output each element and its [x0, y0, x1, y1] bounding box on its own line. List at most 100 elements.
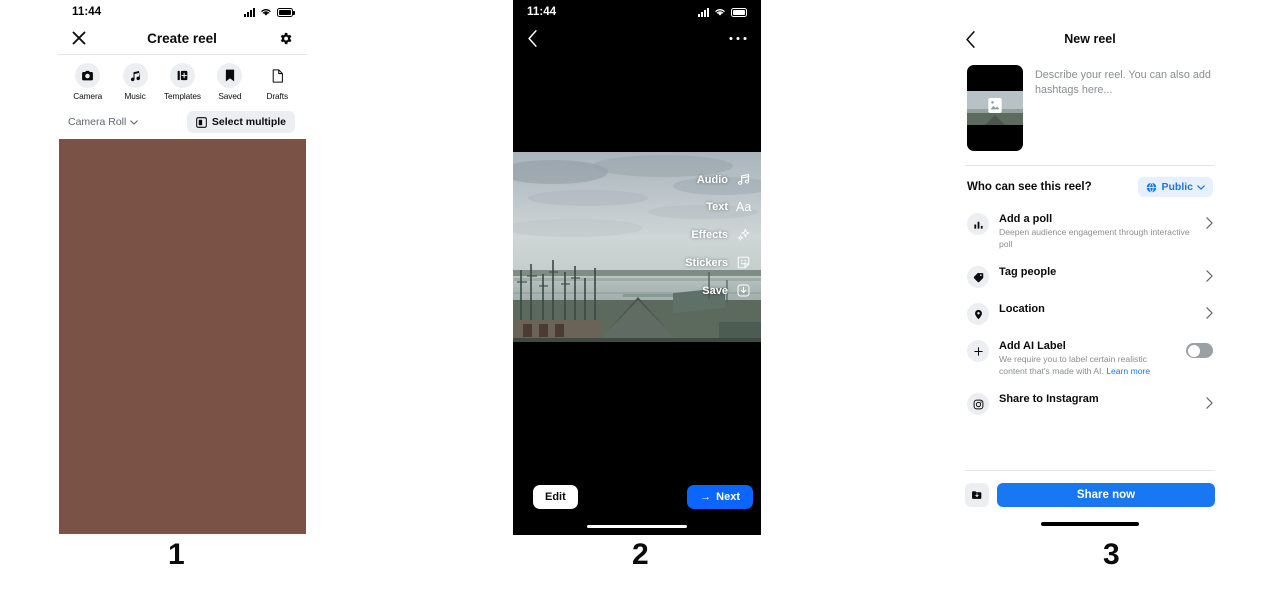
- option-title: Location: [999, 303, 1045, 316]
- option-title: Tag people: [999, 266, 1057, 279]
- option-body: Location: [999, 302, 1196, 316]
- share-now-button[interactable]: Share now: [997, 483, 1215, 507]
- tool-label: Effects: [691, 228, 728, 241]
- chevron-down-icon: [1197, 184, 1205, 190]
- camera-roll-label: Camera Roll: [68, 116, 127, 128]
- option-add-a-poll[interactable]: Add a poll Deepen audience engagement th…: [965, 205, 1215, 258]
- status-time: 11:44: [527, 6, 557, 18]
- chevron-left-icon[interactable]: [527, 29, 538, 47]
- option-title: Share to Instagram: [999, 393, 1099, 406]
- audience-value: Public: [1161, 181, 1193, 193]
- multi-select-icon: [196, 116, 207, 128]
- chevron-right-icon: [1206, 396, 1213, 414]
- step-number-1: 1: [168, 538, 185, 571]
- option-body: Add AI Label We require you to label cer…: [999, 339, 1176, 378]
- signal-bars-icon: [698, 7, 709, 17]
- tool-saved[interactable]: Saved: [207, 63, 253, 101]
- step-number-3: 3: [1103, 538, 1120, 571]
- reel-edit-tools: Audio Text Aa Effects Stickers Save: [685, 172, 751, 298]
- share-footer: Share now: [965, 483, 1215, 507]
- gear-icon[interactable]: [278, 31, 293, 46]
- camera-roll-selector[interactable]: Camera Roll: [68, 116, 139, 128]
- tool-label: Camera: [73, 91, 103, 101]
- battery-icon: [277, 7, 295, 17]
- bookmark-icon: [217, 63, 243, 88]
- page-title: New reel: [1064, 32, 1116, 46]
- option-tag-people[interactable]: Tag people: [965, 258, 1215, 295]
- option-location[interactable]: Location: [965, 295, 1215, 332]
- tool-label: Audio: [696, 173, 728, 186]
- close-icon[interactable]: [72, 31, 86, 45]
- wifi-icon: [261, 9, 271, 16]
- tool-stickers[interactable]: Stickers: [685, 255, 751, 270]
- step-number-2: 2: [632, 538, 649, 571]
- audience-selector[interactable]: Public: [1138, 177, 1213, 197]
- status-bar: 11:44: [513, 0, 761, 22]
- home-indicator: [587, 524, 687, 528]
- wifi-icon: [715, 9, 725, 16]
- tool-label: Text: [706, 201, 728, 213]
- option-title: Add a poll: [999, 213, 1053, 225]
- option-share-to-instagram[interactable]: Share to Instagram: [965, 385, 1215, 422]
- tool-label: Templates: [164, 91, 201, 101]
- edit-button[interactable]: Edit: [533, 485, 578, 509]
- chevron-right-icon: [1206, 269, 1213, 287]
- tag-icon: [967, 266, 989, 289]
- camera-roll-bar: Camera Roll Select multiple: [58, 105, 307, 139]
- instagram-icon: [967, 393, 989, 416]
- globe-icon: [1147, 181, 1157, 193]
- option-body: Add a poll Deepen audience engagement th…: [999, 212, 1196, 251]
- tool-text[interactable]: Text Aa: [706, 200, 751, 214]
- panel-reel-preview: 11:44 Audio Text Aa Effects Stickers Sav…: [513, 0, 761, 535]
- camera-roll-photo[interactable]: [59, 139, 306, 534]
- status-icons: [244, 7, 295, 17]
- signal-bars-icon: [244, 7, 255, 17]
- tool-audio[interactable]: Audio: [697, 172, 751, 187]
- compose-area: Describe your reel. You can also add has…: [965, 53, 1215, 165]
- select-multiple-label: Select multiple: [211, 116, 286, 128]
- ai-label-toggle[interactable]: [1186, 343, 1213, 359]
- tool-label: Drafts: [266, 91, 289, 101]
- tool-music[interactable]: Music: [112, 63, 158, 101]
- option-body: Share to Instagram: [999, 392, 1196, 406]
- music-note-icon: [122, 63, 148, 88]
- tool-label: Stickers: [685, 256, 728, 269]
- option-title: Add AI Label: [999, 340, 1066, 353]
- status-icons: [698, 7, 749, 17]
- footer-divider: [965, 470, 1215, 471]
- chevron-left-icon[interactable]: [965, 30, 976, 48]
- option-add-ai-label[interactable]: Add AI Label We require you to label cer…: [965, 332, 1215, 385]
- tool-templates[interactable]: Templates: [159, 63, 205, 101]
- camera-icon: [75, 63, 101, 88]
- option-subtitle: Deepen audience engagement through inter…: [999, 227, 1190, 250]
- panel-create-reel: 11:44 Create reel Camera Music Templates…: [58, 0, 307, 535]
- reel-thumbnail[interactable]: [967, 65, 1023, 151]
- create-tools-row: Camera Music Templates Saved Drafts: [58, 55, 307, 105]
- create-reel-header: Create reel: [58, 22, 307, 54]
- next-button[interactable]: → Next: [687, 485, 753, 509]
- sparkles-icon: [737, 228, 750, 241]
- preview-topbar: [513, 22, 761, 54]
- more-horizontal-icon[interactable]: [729, 36, 747, 41]
- tool-camera[interactable]: Camera: [65, 63, 111, 101]
- option-body: Tag people: [999, 265, 1196, 279]
- learn-more-link[interactable]: Learn more: [1106, 366, 1150, 376]
- document-icon: [265, 63, 290, 88]
- tool-save[interactable]: Save: [702, 283, 751, 298]
- screenshot-canvas: 11:44 Create reel Camera Music Templates…: [0, 0, 1280, 595]
- preview-bottom-bar: Edit → Next: [513, 477, 761, 535]
- chevron-down-icon: [130, 119, 139, 125]
- sticker-smiley-icon: [737, 256, 750, 269]
- chevron-right-icon: [1206, 216, 1213, 234]
- audience-question: Who can see this reel?: [967, 181, 1092, 193]
- panel-new-reel-share: New reel Describe your reel. You can als…: [965, 25, 1215, 535]
- tool-effects[interactable]: Effects: [691, 227, 751, 242]
- reel-description-input[interactable]: Describe your reel. You can also add has…: [1035, 65, 1213, 151]
- select-multiple-button[interactable]: Select multiple: [186, 111, 295, 133]
- plus-icon: [967, 340, 989, 363]
- next-label: Next: [716, 491, 740, 503]
- tool-drafts[interactable]: Drafts: [254, 63, 300, 101]
- templates-icon: [169, 63, 195, 88]
- save-draft-icon[interactable]: [965, 483, 989, 507]
- option-subtitle: We require you to label certain realisti…: [999, 354, 1176, 378]
